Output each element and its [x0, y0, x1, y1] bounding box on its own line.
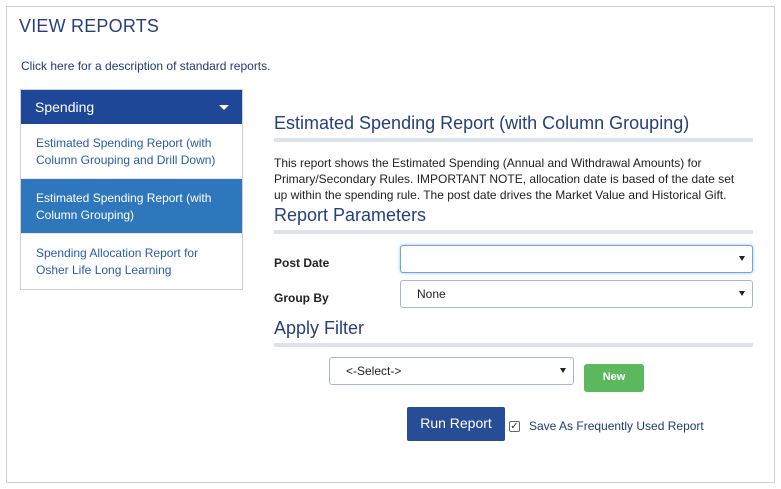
apply-filter-heading: Apply Filter: [274, 318, 753, 347]
new-filter-button[interactable]: New: [584, 364, 644, 392]
description-line: Click here for a description of standard…: [21, 59, 270, 73]
group-by-label: Group By: [274, 291, 329, 305]
group-by-select[interactable]: None: [400, 280, 753, 308]
checkmark-icon: ✓: [510, 421, 519, 432]
description-prefix: Click: [21, 59, 51, 73]
run-report-button[interactable]: Run Report: [407, 407, 505, 441]
nav-item-spending-allocation-osher[interactable]: Spending Allocation Report for Osher Lif…: [21, 234, 242, 289]
dropdown-arrow-icon: [739, 291, 745, 296]
dropdown-arrow-icon: [739, 256, 745, 261]
report-description: This report shows the Estimated Spending…: [274, 156, 735, 202]
description-link[interactable]: here: [50, 59, 74, 73]
group-by-value: None: [417, 287, 446, 301]
save-frequent-label: Save As Frequently Used Report: [529, 419, 704, 433]
post-date-label: Post Date: [274, 256, 330, 270]
page-title: VIEW REPORTS: [19, 16, 160, 36]
dropdown-arrow-icon: [560, 368, 566, 373]
nav-item-spending-drilldown[interactable]: Estimated Spending Report (with Column G…: [21, 124, 242, 179]
report-title: Estimated Spending Report (with Column G…: [274, 113, 753, 142]
nav-category-dropdown[interactable]: Spending: [21, 90, 242, 124]
parameters-heading: Report Parameters: [274, 205, 753, 234]
report-frame: VIEW REPORTS Click here for a descriptio…: [6, 6, 775, 483]
save-frequent-checkbox[interactable]: ✓: [509, 421, 520, 432]
caret-down-icon: [219, 105, 229, 110]
filter-select[interactable]: <-Select->: [329, 357, 574, 385]
description-suffix: for a description of standard reports.: [74, 59, 271, 73]
filter-select-value: <-Select->: [346, 364, 402, 378]
report-nav-panel: Spending Estimated Spending Report (with…: [20, 89, 243, 290]
nav-item-spending-column-grouping[interactable]: Estimated Spending Report (with Column G…: [21, 179, 242, 234]
nav-category-label: Spending: [35, 99, 95, 115]
post-date-select[interactable]: [400, 245, 753, 273]
